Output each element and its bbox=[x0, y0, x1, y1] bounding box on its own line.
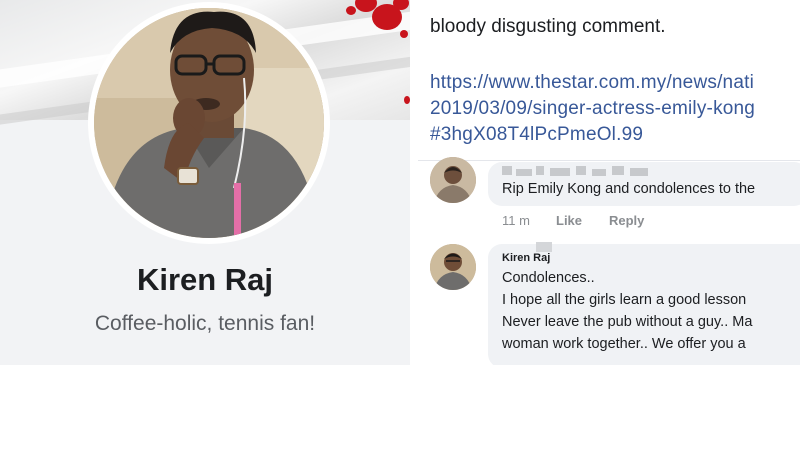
panel-divider bbox=[410, 0, 418, 365]
comment-line-4: woman work together.. We offer you a bbox=[502, 336, 746, 352]
post-link-line-1[interactable]: https://www.thestar.com.my/news/nati bbox=[430, 72, 754, 94]
bottom-blank-area bbox=[0, 365, 800, 450]
comment-author[interactable]: Kiren Raj bbox=[502, 252, 550, 264]
comments-separator bbox=[418, 160, 800, 161]
profile-bio: Coffee-holic, tennis fan! bbox=[94, 312, 316, 335]
commenter-avatar[interactable] bbox=[430, 244, 476, 290]
profile-avatar[interactable] bbox=[94, 8, 324, 238]
commenter-photo-icon bbox=[430, 157, 476, 203]
person-photo-icon bbox=[94, 8, 324, 238]
comment-reply-button[interactable]: Reply bbox=[609, 213, 644, 228]
comment-line-3: Never leave the pub without a guy.. Ma bbox=[502, 314, 753, 330]
comment-line-2: I hope all the girls learn a good lesson bbox=[502, 292, 747, 308]
blur-block bbox=[536, 242, 552, 252]
profile-panel: Kiren Raj Coffee-holic, tennis fan! bbox=[0, 0, 410, 365]
comment-time: 11 m bbox=[502, 213, 530, 228]
comment-line-1: Condolences.. bbox=[502, 270, 595, 286]
comment-text: Rip Emily Kong and condolences to the bbox=[502, 181, 756, 197]
post-link-line-2[interactable]: 2019/03/09/singer-actress-emily-kong bbox=[430, 98, 755, 120]
commenter-photo-icon bbox=[430, 244, 476, 290]
post-link-line-3[interactable]: #3hgX08T4lPcPmeOl.99 bbox=[430, 124, 643, 146]
commenter-avatar[interactable] bbox=[430, 157, 476, 203]
post-text: bloody disgusting comment. bbox=[430, 16, 666, 37]
profile-name[interactable]: Kiren Raj bbox=[0, 262, 410, 298]
post-panel: bloody disgusting comment. https://www.t… bbox=[418, 0, 800, 365]
comment-like-button[interactable]: Like bbox=[556, 213, 582, 228]
